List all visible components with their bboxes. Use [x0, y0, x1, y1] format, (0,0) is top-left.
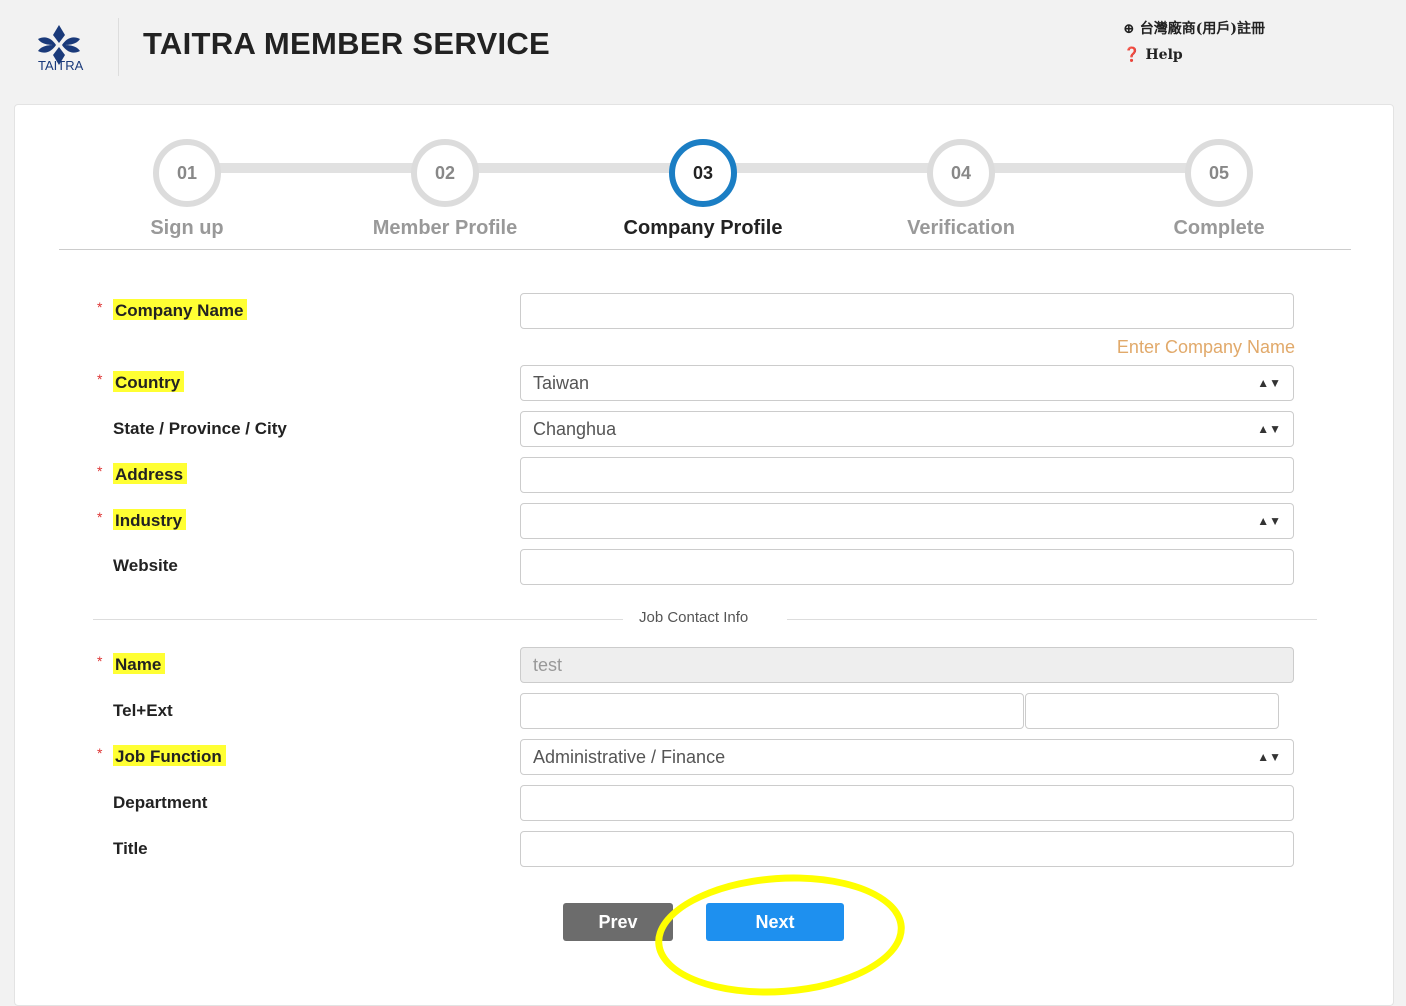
required-marker: * [97, 371, 103, 387]
address-label: Address [113, 463, 188, 485]
step-2-circle: 02 [411, 139, 479, 207]
country-label: Country [113, 371, 185, 393]
title-input[interactable] [520, 831, 1294, 867]
title-label: Title [113, 839, 148, 858]
country-value: Taiwan [533, 373, 590, 393]
company-name-input[interactable] [520, 293, 1294, 329]
select-arrows-icon: ▲▼ [1257, 514, 1281, 528]
question-circle-icon: ❓ [1123, 47, 1141, 63]
step-4: 04 Verification [861, 139, 1061, 240]
website-label: Website [113, 556, 178, 575]
tel-label: Tel+Ext [113, 701, 173, 720]
industry-label-text: Industry [113, 509, 187, 530]
job-function-label: Job Function [113, 745, 226, 767]
section-title: Job Contact Info [639, 609, 749, 626]
address-label-text: Address [113, 463, 188, 484]
tel-input[interactable] [520, 693, 1024, 729]
steps-separator [59, 249, 1351, 250]
step-4-circle: 04 [927, 139, 995, 207]
company-name-label-text: Company Name [113, 299, 248, 320]
select-arrows-icon: ▲▼ [1257, 376, 1281, 390]
ext-input[interactable] [1025, 693, 1279, 729]
page-header: TAITRA TAITRA MEMBER SERVICE ⊕ 台灣廠商(用戶)註… [0, 0, 1406, 100]
register-link[interactable]: ⊕ 台灣廠商(用戶)註冊 [1123, 16, 1265, 42]
form-card: 01 Sign up 02 Member Profile 03 Company … [14, 104, 1394, 1006]
highlight-annotation [651, 866, 909, 1004]
job-function-select[interactable]: Administrative / Finance ▲▼ [520, 739, 1294, 775]
country-select[interactable]: Taiwan ▲▼ [520, 365, 1294, 401]
section-divider-right [787, 619, 1317, 620]
country-label-text: Country [113, 371, 185, 392]
job-function-value: Administrative / Finance [533, 747, 726, 767]
state-label: State / Province / City [113, 419, 287, 438]
help-link-label: Help [1145, 47, 1183, 63]
required-marker: * [97, 299, 103, 315]
website-input[interactable] [520, 549, 1294, 585]
step-1: 01 Sign up [87, 139, 287, 240]
state-select[interactable]: Changhua ▲▼ [520, 411, 1294, 447]
company-name-label: Company Name [113, 299, 248, 321]
step-2: 02 Member Profile [345, 139, 545, 240]
department-input[interactable] [520, 785, 1294, 821]
select-arrows-icon: ▲▼ [1257, 750, 1281, 764]
step-5: 05 Complete [1119, 139, 1319, 240]
step-2-label: Member Profile [372, 217, 518, 239]
top-links: ⊕ 台灣廠商(用戶)註冊 ❓ Help [1123, 16, 1265, 68]
department-label: Department [113, 793, 208, 812]
register-link-label: 台灣廠商(用戶)註冊 [1139, 21, 1265, 37]
company-name-hint: Enter Company Name [1116, 337, 1295, 357]
job-function-label-text: Job Function [113, 745, 226, 766]
step-3: 03 Company Profile [603, 139, 803, 240]
step-1-label: Sign up [150, 217, 224, 239]
name-label-text: Name [113, 653, 166, 674]
required-marker: * [97, 745, 103, 761]
required-marker: * [97, 463, 103, 479]
progress-steps: 01 Sign up 02 Member Profile 03 Company … [15, 105, 1393, 250]
state-value: Changhua [533, 419, 617, 439]
industry-label: Industry [113, 509, 187, 531]
required-marker: * [97, 653, 103, 669]
logo-text: TAITRA [38, 58, 84, 73]
step-3-label: Company Profile [623, 217, 783, 239]
step-1-circle: 01 [153, 139, 221, 207]
step-3-circle: 03 [669, 139, 737, 207]
globe-icon: ⊕ [1123, 21, 1135, 37]
help-link[interactable]: ❓ Help [1123, 42, 1265, 68]
address-input[interactable] [520, 457, 1294, 493]
step-5-circle: 05 [1185, 139, 1253, 207]
name-label: Name [113, 653, 166, 675]
required-marker: * [97, 509, 103, 525]
logo-divider [118, 18, 119, 76]
page-title: TAITRA MEMBER SERVICE [143, 26, 551, 61]
name-input[interactable]: test [520, 647, 1294, 683]
section-divider-left [93, 619, 623, 620]
step-5-label: Complete [1173, 217, 1265, 239]
industry-select[interactable]: ▲▼ [520, 503, 1294, 539]
step-4-label: Verification [907, 217, 1015, 239]
select-arrows-icon: ▲▼ [1257, 422, 1281, 436]
